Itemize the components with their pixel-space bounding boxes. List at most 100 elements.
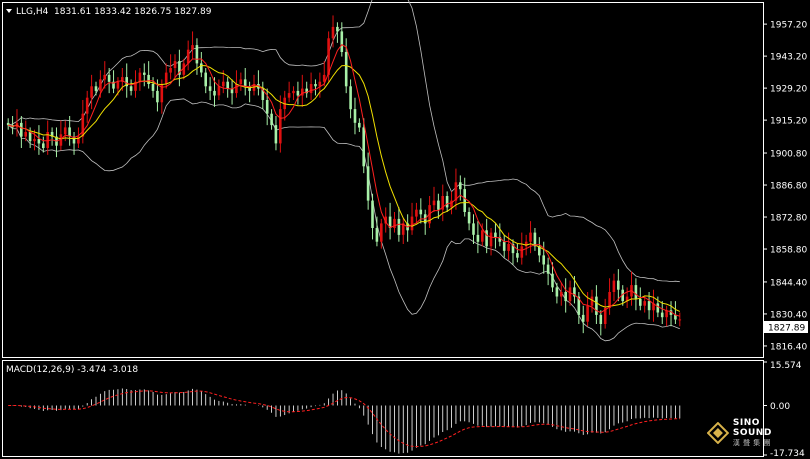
candle-body (581, 314, 585, 322)
candle-body (617, 280, 620, 290)
candle-body (195, 45, 199, 64)
candle-body (410, 216, 414, 231)
candle-body (204, 72, 207, 87)
candle-body (643, 301, 646, 306)
candle-body (208, 86, 212, 91)
candle-body (138, 72, 142, 82)
candle-body (20, 122, 23, 137)
candle-body (393, 218, 396, 228)
candle-body (81, 113, 85, 137)
price-tick-label: 1858.80 (770, 246, 807, 256)
candle-body (647, 301, 651, 311)
price-tick-label: 1915.20 (770, 117, 807, 127)
candle-body (551, 273, 554, 288)
candle-body (287, 93, 291, 98)
candle-body (116, 81, 120, 89)
candle-body (507, 244, 510, 251)
candle-body (143, 72, 146, 75)
candle-body (533, 232, 537, 247)
candle-body (380, 223, 383, 242)
candle-body (564, 292, 567, 302)
candle-body (85, 97, 89, 114)
candle-body (129, 86, 133, 91)
candle-body (279, 109, 282, 144)
candle-body (494, 232, 497, 238)
candle-body (24, 132, 27, 137)
symbol-label: LLG,H4 (16, 7, 49, 17)
candle-body (314, 84, 317, 87)
candle-body (164, 72, 168, 84)
price-tick-label: 1886.80 (770, 182, 807, 192)
candle-body (265, 100, 269, 114)
bollinger-upper-line (8, 0, 680, 283)
watermark-sub: 漢 聲 集 團 (732, 439, 772, 447)
candle-body (156, 90, 159, 103)
chart-canvas: 1957.20 1943.20 1929.20 1915.20 1900.80 1886.… (2, 0, 808, 459)
candle-body (274, 125, 278, 144)
candle-body (432, 200, 436, 206)
candle-body (107, 74, 111, 82)
candle-body (340, 31, 344, 52)
candle-body (419, 209, 423, 215)
candle-body (63, 127, 67, 135)
macd-tick-label: 15.574 (770, 361, 802, 371)
candle-body (595, 296, 598, 315)
candle-body (226, 81, 229, 89)
candle-body (366, 166, 370, 201)
macd-tick-label: 0.00 (770, 402, 790, 412)
candle-body (169, 68, 172, 73)
candle-body (397, 218, 401, 235)
candle-body (568, 287, 572, 302)
candle-body (467, 212, 471, 224)
candle-body (331, 26, 335, 39)
candle-body (599, 314, 603, 324)
candle-body (660, 312, 664, 318)
candle-body (560, 292, 563, 297)
candle-body (639, 298, 642, 306)
candle-body (217, 86, 221, 96)
price-tick-label: 1957.20 (770, 21, 807, 31)
candle-body (502, 241, 506, 251)
ohlc-readout: 1831.61 1833.42 1826.75 1827.89 (54, 7, 212, 17)
macd-series (8, 388, 681, 454)
candle-body (147, 74, 150, 84)
candle-body (243, 79, 247, 87)
candle-body (656, 303, 660, 313)
ma-slow-line (8, 64, 681, 312)
watermark-logo: SINO SOUND 漢 聲 集 團 (707, 418, 802, 447)
candle-body (516, 253, 519, 258)
candle-body (296, 90, 300, 96)
candle-body (151, 84, 155, 91)
candle-body (546, 264, 550, 274)
candle-body (270, 113, 273, 126)
candle-body (353, 109, 357, 123)
price-tick-label: 1929.20 (770, 85, 807, 95)
candle-body (213, 90, 216, 96)
macd-tick-label: -17.734 (770, 449, 805, 459)
candle-body (678, 319, 682, 321)
price-tick-label: 1900.80 (770, 150, 807, 160)
candle-body (186, 49, 190, 64)
candle-body (28, 132, 32, 142)
candle-body (481, 230, 484, 242)
candle-body (472, 223, 475, 235)
candle-body (37, 138, 41, 144)
candle-body (309, 84, 313, 94)
candle-body (445, 196, 449, 208)
price-tick-label: 1830.40 (770, 310, 807, 320)
candle-body (173, 61, 177, 68)
candle-body (590, 296, 594, 306)
candle-body (222, 81, 225, 87)
y-axis-labels: 1957.20 1943.20 1929.20 1915.20 1900.80 1886.… (763, 21, 807, 459)
symbol-dropdown-icon[interactable] (6, 9, 12, 13)
price-tick-label: 1816.40 (770, 342, 807, 352)
candle-body (292, 90, 295, 94)
candle-body (542, 255, 545, 265)
candle-body (99, 79, 102, 91)
candle-body (344, 52, 348, 87)
candle-body (485, 230, 488, 247)
candle-body (103, 74, 106, 80)
candle-body (349, 86, 352, 110)
price-tick-label: 1943.20 (770, 53, 807, 63)
candle-body (555, 287, 559, 297)
